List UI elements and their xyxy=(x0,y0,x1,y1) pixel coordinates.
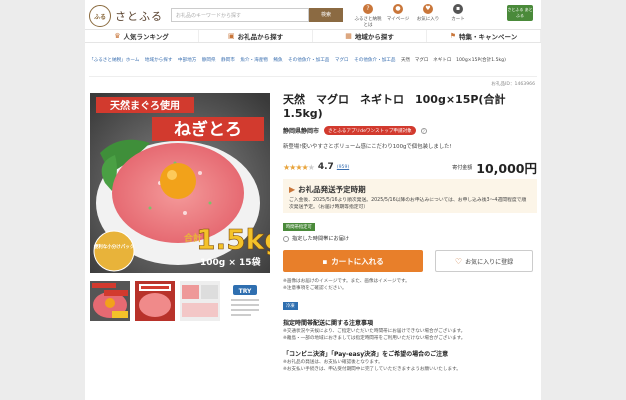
image-total-text: 1.5kg xyxy=(196,223,270,256)
divider xyxy=(89,76,537,77)
location-row: 静岡県静岡市 さとふるアプリdeワンストップ申請対象 ? xyxy=(283,126,537,135)
time-slot-badge: 時間帯指定可 xyxy=(283,223,315,231)
nav-gifts[interactable]: ▣ お礼品から探す xyxy=(199,30,313,42)
breadcrumb-item[interactable]: 静岡県 xyxy=(202,58,216,63)
shipping-title: お礼品発送予定時期 xyxy=(298,185,366,194)
product-main-image[interactable]: 天然まぐろ使用 ねぎとろ 便利な小分けパック 合計 1.5kg 100g × 1… xyxy=(90,93,270,273)
section-text: ※お礼品の発送は、お支払い確認後となります。 ※お支払い手続きは、申込受付期間中… xyxy=(283,360,461,372)
calendar-icon: ? xyxy=(363,4,373,14)
breadcrumb: 「ふるさと納税」ホーム 地域から探す 中部地方 静岡県 静岡市 魚介・海産物 鮪… xyxy=(89,57,539,64)
site-header: ふる さとふる お礼品のキーワードから探す 検索 ? ふるさと納税とは ● マイペー… xyxy=(85,0,541,28)
product-description: 新登場!使いやすさとボリューム感にこだわり100gで個包装しました! xyxy=(283,144,452,150)
header-icons: ? ふるさと納税とは ● マイページ ♥ お気に入り ▪ カート xyxy=(353,4,473,28)
product-id: お礼品ID：1463966 xyxy=(491,82,535,87)
cart-icon: ▪ xyxy=(322,256,328,266)
app-badge[interactable]: さとふる あとふる xyxy=(507,5,533,21)
header-link-about[interactable]: ? ふるさと納税とは xyxy=(353,4,383,28)
thumbnail-list: TRY xyxy=(90,281,265,321)
user-icon: ● xyxy=(393,4,403,14)
main-nav: ♛ 人気ランキング ▣ お礼品から探す ▦ 地域から探す ⚑ 特集・キャンペーン xyxy=(85,29,541,43)
radio-button[interactable] xyxy=(283,235,289,242)
frozen-badge: 冷凍 xyxy=(283,302,298,310)
heart-icon: ♥ xyxy=(423,4,433,14)
breadcrumb-item[interactable]: 「ふるさと納税」ホーム xyxy=(89,58,139,63)
breadcrumb-item[interactable]: 鮪魚 xyxy=(273,58,282,63)
gift-icon: ▣ xyxy=(227,32,235,40)
breadcrumb-item[interactable]: 静岡市 xyxy=(221,58,235,63)
search-input[interactable]: お礼品のキーワードから探す xyxy=(171,8,309,22)
image-pack-text: 100g × 15袋 xyxy=(200,256,262,268)
delivery-option-label: 指定した時間帯にお届け xyxy=(292,236,350,242)
nav-ranking[interactable]: ♛ 人気ランキング xyxy=(85,30,199,42)
rating-row: ★★★★★ 4.7 (959) 寄付金額 10,000円 xyxy=(283,160,537,176)
breadcrumb-item[interactable]: マグロ xyxy=(335,58,349,63)
section-text: ※交通状況や天候により、ご指定いただいた時間帯にお届けできない場合がございます。… xyxy=(283,329,466,341)
header-link-mypage[interactable]: ● マイページ xyxy=(383,4,413,28)
add-favorite-button[interactable]: ♡ お気に入りに登録 xyxy=(435,250,533,272)
breadcrumb-item[interactable]: その他魚介・加工品 xyxy=(288,58,329,63)
help-icon[interactable]: ? xyxy=(420,127,427,134)
review-count-link[interactable]: (959) xyxy=(337,165,349,170)
page: ふる さとふる お礼品のキーワードから探す 検索 ? ふるさと納税とは ● マイペー… xyxy=(85,0,541,400)
image-banner-text: 天然まぐろ使用 xyxy=(110,99,180,112)
image-name-text: ねぎとろ xyxy=(174,119,242,140)
logo-icon[interactable]: ふる xyxy=(89,5,111,27)
action-buttons: ▪ カートに入れる ♡ お気に入りに登録 xyxy=(283,250,537,272)
onestop-badge: さとふるアプリdeワンストップ申請対象 xyxy=(324,126,416,135)
image-side-text: 便利な小分けパック xyxy=(94,243,135,250)
svg-text:TRY: TRY xyxy=(239,288,252,295)
breadcrumb-item[interactable]: 魚介・海産物 xyxy=(240,58,268,63)
section-heading: 指定時間帯配送に関する注意事項 xyxy=(283,320,374,327)
search-button[interactable]: 検索 xyxy=(309,8,343,22)
header-link-cart[interactable]: ▪ カート xyxy=(443,4,473,28)
crown-icon: ♛ xyxy=(114,32,121,40)
cart-icon: ▪ xyxy=(453,4,463,14)
delivery-option[interactable]: 指定した時間帯にお届け xyxy=(283,235,537,242)
thumbnail-3[interactable] xyxy=(180,281,220,321)
thumbnail-4[interactable]: TRY xyxy=(225,281,265,321)
add-to-cart-button[interactable]: ▪ カートに入れる xyxy=(283,250,423,272)
truck-icon: ▶ xyxy=(289,185,296,194)
thumbnail-1[interactable] xyxy=(90,281,130,321)
price-label: 寄付金額 xyxy=(452,164,473,171)
rating-value: 4.7 xyxy=(317,162,334,172)
image-notes: ※画像はお届けのイメージです。また、画像はイメージです。 ※注意事項をご確認くだ… xyxy=(283,279,410,291)
nav-region[interactable]: ▦ 地域から探す xyxy=(313,30,427,42)
shipping-box: ▶ お礼品発送予定時期 ご入金後、2025/5/16より順次発送。2025/5/1… xyxy=(283,179,537,213)
product-title: 天然 マグロ ネギトロ 100g×15P(合計1.5kg) xyxy=(283,93,506,120)
logo-text[interactable]: さとふる xyxy=(115,8,163,24)
header-link-favorites[interactable]: ♥ お気に入り xyxy=(413,4,443,28)
shipping-detail: ご入金後、2025/5/16より順次発送。2025/5/16以降のお申込みについ… xyxy=(289,198,527,210)
product-info: 天然 マグロ ネギトロ 100g×15P(合計1.5kg) 静岡県静岡市 さとふ… xyxy=(283,93,537,373)
breadcrumb-item[interactable]: 地域から探す xyxy=(145,58,173,63)
breadcrumb-item[interactable]: その他魚介・加工品 xyxy=(354,58,395,63)
map-icon: ▦ xyxy=(345,32,352,40)
heart-icon: ♡ xyxy=(454,256,463,266)
thumbnail-2[interactable] xyxy=(135,281,175,321)
flag-icon: ⚑ xyxy=(449,32,457,40)
price-value: 10,000円 xyxy=(476,160,537,176)
section-heading: 「コンビニ決済」「Pay-easy決済」をご希望の場合のご注意 xyxy=(283,351,449,358)
nav-features[interactable]: ⚑ 特集・キャンペーン xyxy=(427,30,541,42)
breadcrumb-current: 天然 マグロ ネギトロ 100g×15P(合計1.5kg) xyxy=(400,58,506,63)
breadcrumb-item[interactable]: 中部地方 xyxy=(178,58,196,63)
product-location[interactable]: 静岡県静岡市 xyxy=(283,126,319,135)
star-rating: ★★★★★ xyxy=(283,162,315,172)
